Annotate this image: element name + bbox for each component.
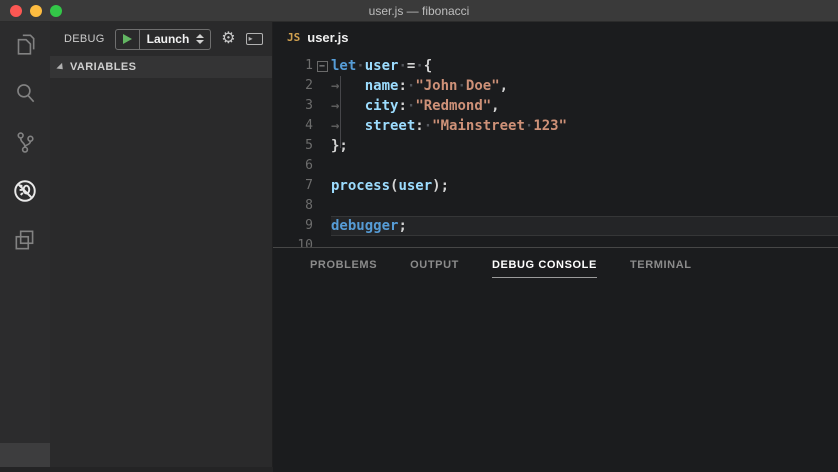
code-line: 3 → city:·"Redmond", (273, 96, 838, 116)
fold-column (313, 96, 331, 116)
line-number: 4 (273, 116, 313, 136)
zoom-button[interactable] (50, 5, 62, 17)
titlebar: user.js — fibonacci (0, 0, 838, 22)
line-number: 1 (273, 56, 313, 76)
activity-item-debug[interactable] (0, 169, 50, 218)
debug-panel-label: DEBUG (64, 33, 105, 45)
line-number: 6 (273, 156, 313, 176)
fold-column (313, 236, 331, 247)
fold-column (313, 216, 331, 236)
code-line: 7 process(user); (273, 176, 838, 196)
code-text: debugger; (331, 216, 407, 236)
code-text: let·user·=·{ (331, 56, 432, 76)
minimize-button[interactable] (30, 5, 42, 17)
fold-column (313, 76, 331, 96)
line-number: 5 (273, 136, 313, 156)
fold-marker-icon[interactable]: − (317, 61, 328, 72)
start-debug-play-icon[interactable] (123, 34, 132, 44)
panel-tab-output[interactable]: OUTPUT (410, 259, 459, 278)
git-branch-icon (12, 129, 38, 160)
launch-config-label: Launch (140, 32, 197, 46)
code-text: }; (331, 136, 348, 156)
configure-gear-icon[interactable]: ⚙ (221, 31, 235, 47)
panel-tab-terminal[interactable]: TERMINAL (630, 259, 692, 278)
line-number: 10 (273, 236, 313, 247)
code-line: 8 (273, 196, 838, 216)
vscode-window: user.js — fibonacci (0, 0, 838, 472)
editor-tab-bar: JS user.js (273, 22, 838, 52)
tab-whitespace-arrow: → (331, 98, 365, 114)
panel-tab-debug-console[interactable]: DEBUG CONSOLE (492, 259, 597, 278)
fold-column (313, 116, 331, 136)
activity-item-source-control[interactable] (0, 120, 50, 169)
panel-tab-bar: PROBLEMS OUTPUT DEBUG CONSOLE TERMINAL (273, 248, 838, 278)
code-line: 4 → street:·"Mainstreet·123" (273, 116, 838, 136)
open-console-icon[interactable]: ▸ (246, 33, 263, 45)
tab-whitespace-arrow: → (331, 78, 365, 94)
dropdown-spinner-icon (196, 34, 204, 44)
main-area: DEBUG Launch ⚙ ▸ VARIABLES (0, 22, 838, 472)
editor-column: JS user.js 1−let·user·=·{2→ name:·"John·… (273, 22, 838, 472)
variables-section-header[interactable]: VARIABLES (50, 56, 272, 78)
extensions-icon (12, 227, 38, 258)
code-editor[interactable]: 1−let·user·=·{2→ name:·"John·Doe",3→ cit… (273, 52, 838, 247)
line-number: 3 (273, 96, 313, 116)
fold-column (313, 176, 331, 196)
code-text: → city:·"Redmond", (331, 96, 500, 116)
activity-item-explorer[interactable] (0, 22, 50, 71)
code-line: 5}; (273, 136, 838, 156)
line-number: 8 (273, 196, 313, 216)
tab-whitespace-arrow: → (331, 118, 365, 134)
launch-config-dropdown[interactable]: Launch (115, 29, 212, 50)
javascript-file-icon: JS (287, 31, 300, 44)
debug-bug-icon (12, 178, 38, 209)
panel-tab-problems[interactable]: PROBLEMS (310, 259, 377, 278)
line-number: 9 (273, 216, 313, 236)
close-button[interactable] (10, 5, 22, 17)
variables-list-empty (50, 78, 272, 472)
bottom-panel: PROBLEMS OUTPUT DEBUG CONSOLE TERMINAL (273, 247, 838, 472)
fold-column (313, 196, 331, 216)
files-icon (12, 31, 38, 62)
window-bottom-edge (0, 467, 273, 472)
fold-column: − (313, 56, 331, 76)
code-text: process(user); (331, 176, 449, 196)
code-text: → street:·"Mainstreet·123" (331, 116, 567, 136)
code-line: 6 (273, 156, 838, 176)
tab-user-js[interactable]: JS user.js (273, 22, 362, 52)
debug-toolbar: DEBUG Launch ⚙ ▸ (50, 22, 272, 56)
activity-bar-bottom-block (0, 443, 50, 467)
debug-sidebar: DEBUG Launch ⚙ ▸ VARIABLES (50, 22, 273, 472)
activity-bar (0, 22, 50, 472)
fold-column (313, 156, 331, 176)
traffic-lights (10, 0, 62, 22)
activity-item-extensions[interactable] (0, 218, 50, 267)
code-line: 10 (273, 236, 838, 247)
variables-section-label: VARIABLES (70, 61, 136, 73)
code-line: 1−let·user·=·{ (273, 56, 838, 76)
collapse-arrow-icon (56, 62, 65, 71)
tab-filename: user.js (307, 30, 348, 45)
window-title: user.js — fibonacci (0, 4, 838, 18)
code-line: 9 debugger; (273, 216, 838, 236)
activity-item-search[interactable] (0, 71, 50, 120)
line-number: 2 (273, 76, 313, 96)
code-text: → name:·"John·Doe", (331, 76, 508, 96)
line-number: 7 (273, 176, 313, 196)
search-icon (12, 80, 38, 111)
code-line: 2 → name:·"John·Doe", (273, 76, 838, 96)
fold-column (313, 136, 331, 156)
